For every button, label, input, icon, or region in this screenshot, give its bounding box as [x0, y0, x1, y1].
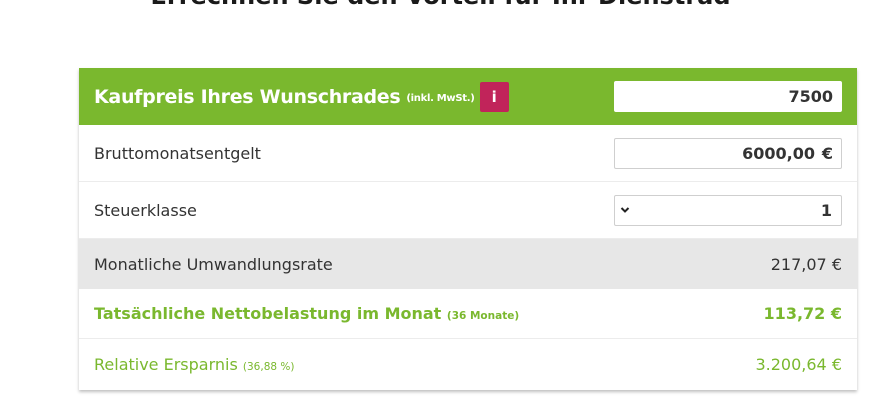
tax-class-select[interactable]: 1 [614, 194, 842, 226]
bike-leasing-calculator: Kaufpreis Ihres Wunschrades (inkl. MwSt.… [79, 68, 857, 390]
gross-salary-value: 6000,00 [742, 143, 815, 163]
purchase-price-input[interactable] [614, 81, 842, 112]
net-burden-note: (36 Monate) [446, 310, 520, 322]
gross-salary-field[interactable]: 6000,00 € [614, 137, 842, 169]
gross-salary-row: Bruttomonatsentgelt 6000,00 € [79, 125, 857, 182]
info-icon[interactable]: i [479, 81, 509, 112]
gross-salary-label: Bruttomonatsentgelt [94, 143, 261, 163]
page-title: Errechnen Sie den Vorteil für Ihr Dienst… [0, 0, 881, 10]
savings-value: 3.200,64 € [755, 355, 842, 374]
conversion-rate-row: Monatliche Umwandlungsrate 217,07 € [79, 239, 857, 289]
chevron-down-icon [619, 204, 631, 216]
tax-class-row: Steuerklasse 1 [79, 182, 857, 239]
purchase-price-label-group: Kaufpreis Ihres Wunschrades (inkl. MwSt.… [94, 81, 509, 112]
conversion-rate-label: Monatliche Umwandlungsrate [94, 254, 333, 274]
tax-class-value: 1 [820, 200, 832, 220]
net-burden-label: Tatsächliche Nettobelastung im Monat [94, 304, 442, 323]
tax-class-label: Steuerklasse [94, 200, 197, 220]
savings-label: Relative Ersparnis [94, 355, 238, 374]
savings-note: (36,88 %) [242, 361, 295, 373]
gross-salary-unit: € [821, 143, 833, 163]
purchase-price-label: Kaufpreis Ihres Wunschrades [94, 85, 401, 108]
net-burden-label-group: Tatsächliche Nettobelastung im Monat (36… [94, 304, 519, 323]
purchase-price-row: Kaufpreis Ihres Wunschrades (inkl. MwSt.… [79, 68, 857, 125]
conversion-rate-value: 217,07 € [770, 254, 842, 274]
net-burden-row: Tatsächliche Nettobelastung im Monat (36… [79, 289, 857, 339]
purchase-price-note: (inkl. MwSt.) [406, 93, 475, 104]
savings-label-group: Relative Ersparnis (36,88 %) [94, 355, 294, 374]
net-burden-value: 113,72 € [763, 304, 842, 323]
savings-row: Relative Ersparnis (36,88 %) 3.200,64 € [79, 339, 857, 390]
